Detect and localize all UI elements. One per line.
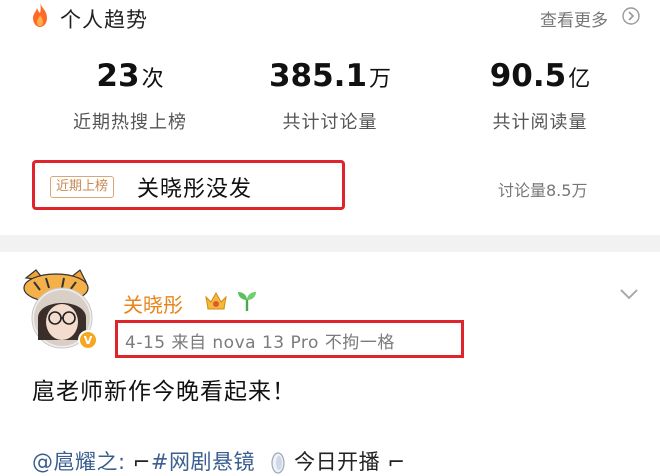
stat-discussion-count: 385.1万 — [255, 58, 405, 94]
stat-label: 近期热搜上榜 — [73, 112, 187, 133]
stat-label: 共计讨论量 — [282, 112, 378, 133]
stat-label: 共计阅读量 — [492, 112, 588, 133]
stat-unit: 次 — [141, 67, 164, 92]
chevron-down-icon[interactable] — [618, 285, 640, 303]
post-meta: 4-15 来自 nova 13 Pro 不拘一格 — [125, 333, 395, 353]
trend-card: 个人趋势 查看更多 23次 近期热搜上榜 385.1万 共计讨论量 90.5亿 … — [0, 0, 660, 235]
fire-icon — [33, 3, 47, 27]
trend-title: 个人趋势 — [60, 8, 148, 32]
crown-badge-icon — [205, 291, 227, 310]
today-text: 今日开播 — [294, 450, 381, 474]
hot-discussion-count: 讨论量8.5万 — [498, 181, 588, 200]
sprout-badge-icon — [238, 292, 256, 311]
post-text: 扈老师新作今晚看起来！ — [32, 379, 296, 405]
bracket-close: ⌐ — [387, 450, 406, 474]
hashtag-link[interactable]: #网剧悬镜 — [151, 450, 255, 474]
stat-value: 90.5 — [489, 58, 567, 94]
stat-hot-count: 23次 — [60, 58, 200, 94]
moon-icon — [271, 452, 285, 474]
section-divider — [0, 235, 660, 252]
mention-line: @扈耀之: ⌐#网剧悬镜 今日开播 ⌐ — [32, 446, 405, 476]
stat-value: 23 — [96, 58, 140, 94]
chevron-right-icon[interactable] — [622, 5, 640, 27]
stat-value: 385.1 — [268, 58, 368, 94]
stat-unit: 亿 — [568, 67, 591, 92]
hot-topic-text[interactable]: 关晓彤没发 — [137, 171, 252, 203]
bracket-open: ⌐ — [132, 450, 151, 474]
stat-read-count: 90.5亿 — [465, 58, 615, 94]
hot-badge: 近期上榜 — [50, 176, 115, 198]
mention-link[interactable]: @扈耀之: — [32, 450, 126, 474]
author-name[interactable]: 关晓彤 — [123, 289, 183, 318]
stat-unit: 万 — [369, 67, 392, 92]
verified-badge-icon — [78, 331, 98, 351]
see-more-link[interactable]: 查看更多 — [540, 6, 608, 31]
